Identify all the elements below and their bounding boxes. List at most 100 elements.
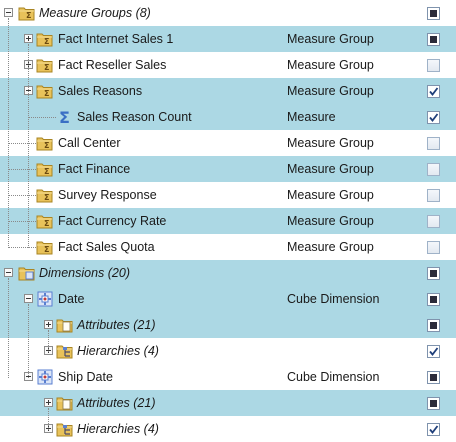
svg-text:Σ: Σ [44, 193, 49, 202]
tree-row-measure-groups-8[interactable]: Σ Measure Groups (8) [0, 0, 456, 26]
svg-text:Σ: Σ [44, 89, 49, 98]
object-type-label: Measure Group [287, 240, 374, 254]
tree-item-label: Survey Response [58, 188, 157, 202]
include-checkbox[interactable] [427, 241, 440, 254]
tree-item-label: Fact Reseller Sales [58, 58, 167, 72]
tree-row-fact-reseller-sales[interactable]: Σ Fact Reseller Sales Measure Group [0, 52, 456, 78]
cube-dimension-icon [36, 290, 54, 308]
tree-item-label: Hierarchies (4) [77, 344, 159, 358]
object-type-label: Cube Dimension [287, 370, 380, 384]
tree-item-label: Date [58, 292, 85, 306]
tree-connector [8, 278, 9, 378]
tree-connector [8, 221, 36, 222]
tree-connector [28, 44, 29, 248]
hierarchies-folder-icon [56, 342, 74, 360]
svg-text:Σ: Σ [44, 63, 49, 72]
svg-text:Σ: Σ [44, 37, 49, 46]
collapse-toggle-icon[interactable] [24, 294, 33, 303]
include-checkbox[interactable] [427, 189, 440, 202]
tree-row-sales-reason-count[interactable]: Σ Sales Reason Count Measure [0, 104, 456, 130]
tree-connector [8, 143, 36, 144]
include-checkbox[interactable] [427, 137, 440, 150]
expand-toggle-icon[interactable] [24, 34, 33, 43]
tree-connector [48, 408, 49, 430]
measure-group-folder-icon: Σ [36, 238, 54, 256]
svg-text:Σ: Σ [44, 141, 49, 150]
include-checkbox[interactable] [427, 345, 440, 358]
include-checkbox[interactable] [427, 319, 440, 332]
svg-text:Σ: Σ [44, 219, 49, 228]
expand-toggle-icon[interactable] [44, 320, 53, 329]
tree-item-label: Sales Reason Count [77, 110, 192, 124]
tree-item-label: Attributes (21) [77, 396, 156, 410]
include-checkbox[interactable] [427, 33, 440, 46]
include-checkbox[interactable] [427, 267, 440, 280]
object-type-label: Measure [287, 110, 336, 124]
tree-row-hierarchies-4[interactable]: Hierarchies (4) [0, 338, 456, 364]
tree-item-label: Fact Internet Sales 1 [58, 32, 174, 46]
include-checkbox[interactable] [427, 7, 440, 20]
tree-row-fact-sales-quota[interactable]: Σ Fact Sales Quota Measure Group [0, 234, 456, 260]
cube-dimension-icon [36, 368, 54, 386]
tree-row-fact-currency-rate[interactable]: Σ Fact Currency Rate Measure Group [0, 208, 456, 234]
tree-row-attributes-21[interactable]: Attributes (21) [0, 390, 456, 416]
tree-row-ship-date[interactable]: Ship Date Cube Dimension [0, 364, 456, 390]
tree-row-attributes-21[interactable]: Attributes (21) [0, 312, 456, 338]
include-checkbox[interactable] [427, 423, 440, 436]
measure-group-folder-icon: Σ [36, 30, 54, 48]
hierarchies-folder-icon [56, 420, 74, 438]
tree-row-sales-reasons[interactable]: Σ Sales Reasons Measure Group [0, 78, 456, 104]
measure-group-folder-icon: Σ [36, 134, 54, 152]
include-checkbox[interactable] [427, 293, 440, 306]
svg-text:Σ: Σ [44, 245, 49, 254]
tree-row-dimensions-20[interactable]: Dimensions (20) [0, 260, 456, 286]
attributes-folder-icon [56, 316, 74, 334]
include-checkbox[interactable] [427, 397, 440, 410]
collapse-toggle-icon[interactable] [4, 8, 13, 17]
tree-connector [8, 195, 36, 196]
attributes-folder-icon [56, 394, 74, 412]
tree-row-survey-response[interactable]: Σ Survey Response Measure Group [0, 182, 456, 208]
tree-connector [48, 330, 49, 352]
tree-item-label: Call Center [58, 136, 121, 150]
include-checkbox[interactable] [427, 59, 440, 72]
tree-row-fact-internet-sales-1[interactable]: Σ Fact Internet Sales 1 Measure Group [0, 26, 456, 52]
svg-text:Σ: Σ [44, 167, 49, 176]
tree-row-fact-finance[interactable]: Σ Fact Finance Measure Group [0, 156, 456, 182]
object-type-label: Measure Group [287, 162, 374, 176]
object-type-label: Measure Group [287, 136, 374, 150]
include-checkbox[interactable] [427, 163, 440, 176]
object-type-label: Measure Group [287, 188, 374, 202]
tree-item-label: Fact Finance [58, 162, 131, 176]
tree-item-label: Sales Reasons [58, 84, 143, 98]
tree-connector [28, 117, 56, 118]
object-type-label: Measure Group [287, 84, 374, 98]
include-checkbox[interactable] [427, 215, 440, 228]
include-checkbox[interactable] [427, 111, 440, 124]
measure-group-folder-icon: Σ [36, 56, 54, 74]
tree-item-label: Fact Currency Rate [58, 214, 167, 228]
object-type-label: Measure Group [287, 214, 374, 228]
include-checkbox[interactable] [427, 371, 440, 384]
tree-row-date[interactable]: Date Cube Dimension [0, 286, 456, 312]
tree-item-label: Fact Sales Quota [58, 240, 155, 254]
tree-item-label: Attributes (21) [77, 318, 156, 332]
collapse-toggle-icon[interactable] [4, 268, 13, 277]
tree-item-label: Measure Groups (8) [39, 6, 151, 20]
expand-toggle-icon[interactable] [44, 398, 53, 407]
measure-group-folder-icon: Σ [36, 212, 54, 230]
object-type-label: Cube Dimension [287, 292, 380, 306]
svg-text:Σ: Σ [59, 108, 70, 126]
object-type-label: Measure Group [287, 58, 374, 72]
tree-row-call-center[interactable]: Σ Call Center Measure Group [0, 130, 456, 156]
measure-group-folder-icon: Σ [36, 186, 54, 204]
tree-row-hierarchies-4[interactable]: Hierarchies (4) [0, 416, 456, 442]
include-checkbox[interactable] [427, 85, 440, 98]
sigma-measure-icon: Σ [56, 108, 74, 127]
tree-item-label: Hierarchies (4) [77, 422, 159, 436]
measure-group-folder-icon: Σ [36, 82, 54, 100]
svg-text:Σ: Σ [26, 11, 31, 20]
measure-groups-folder-icon: Σ [18, 4, 36, 22]
dimensions-folder-icon [18, 264, 36, 282]
tree-connector [8, 18, 9, 248]
